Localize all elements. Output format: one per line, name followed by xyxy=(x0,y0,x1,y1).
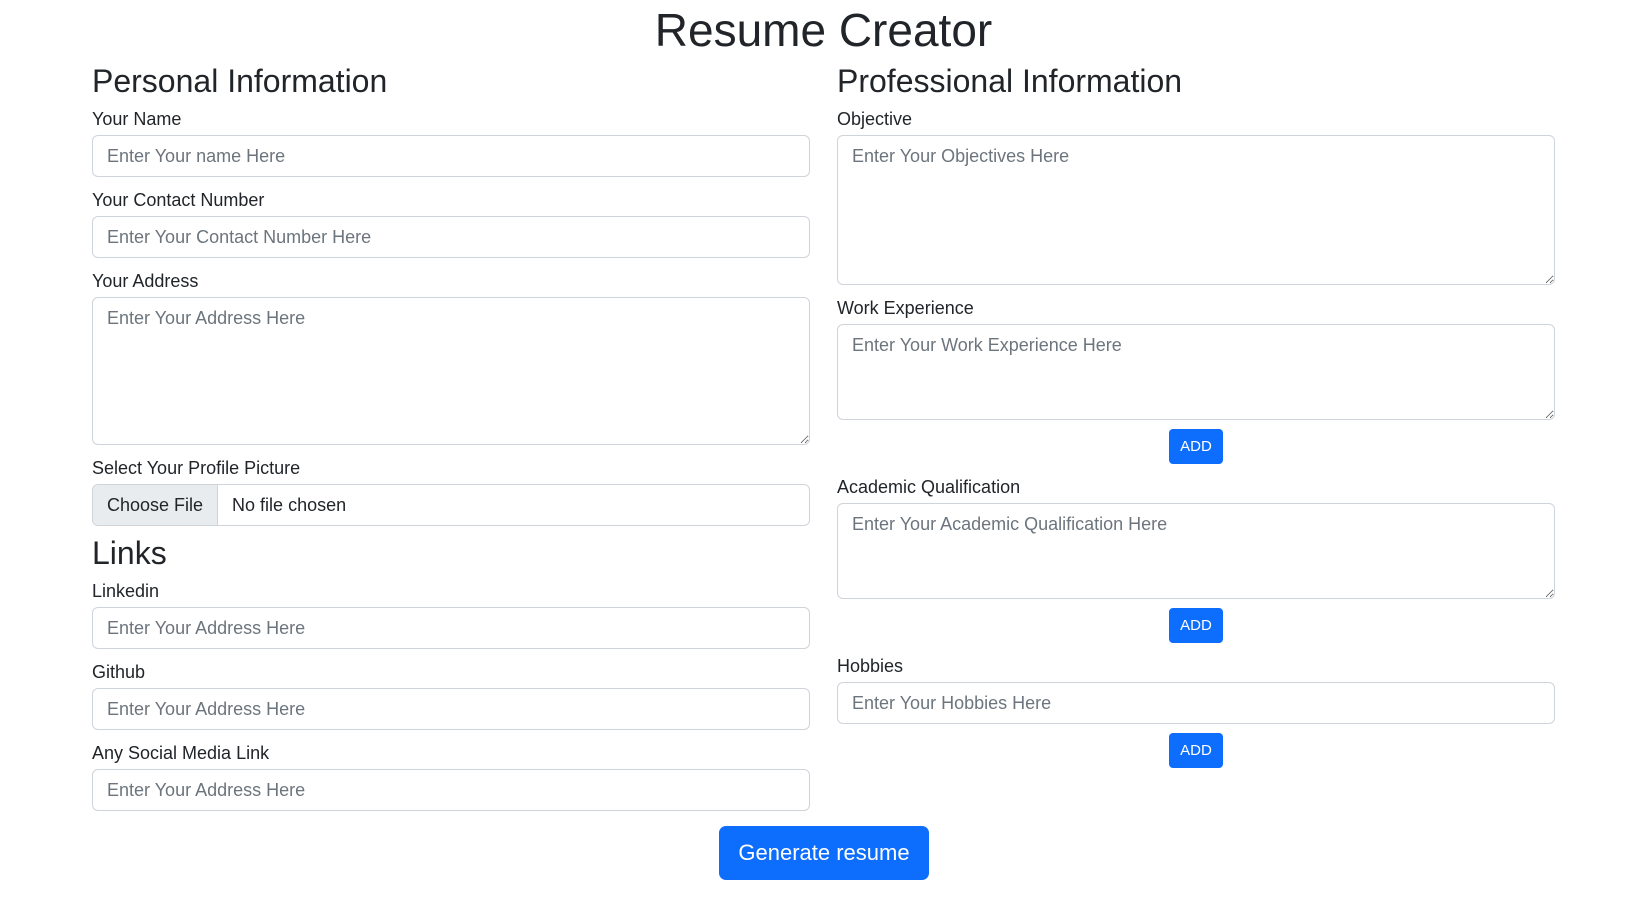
name-input[interactable] xyxy=(92,135,810,177)
academic-add-row: ADD xyxy=(837,608,1555,643)
name-label: Your Name xyxy=(92,109,182,129)
add-work-experience-button[interactable]: ADD xyxy=(1169,429,1223,464)
personal-heading: Personal Information xyxy=(92,63,388,99)
work-experience-label: Work Experience xyxy=(837,298,974,318)
objective-label: Objective xyxy=(837,109,913,129)
linkedin-label: Linkedin xyxy=(92,581,160,601)
resume-form-page: Resume Creator Personal Information Your… xyxy=(0,0,1647,913)
address-textarea[interactable] xyxy=(92,297,810,445)
social-link-input[interactable] xyxy=(92,769,810,811)
contact-input[interactable] xyxy=(92,216,810,258)
linkedin-input[interactable] xyxy=(92,607,810,649)
page-title: Resume Creator xyxy=(654,4,993,56)
academic-textarea[interactable] xyxy=(837,503,1555,599)
address-label: Your Address xyxy=(92,271,199,291)
professional-heading: Professional Information xyxy=(837,63,1183,99)
hobbies-label: Hobbies xyxy=(837,656,904,676)
add-hobby-button[interactable]: ADD xyxy=(1169,733,1223,768)
links-heading: Links xyxy=(92,535,167,571)
contact-label: Your Contact Number xyxy=(92,190,265,210)
personal-column: Personal Information Your Name Your Cont… xyxy=(92,60,810,811)
objective-textarea[interactable] xyxy=(837,135,1555,285)
github-label: Github xyxy=(92,662,146,682)
file-status-text: No file chosen xyxy=(232,495,347,515)
add-academic-button[interactable]: ADD xyxy=(1169,608,1223,643)
professional-column: Professional Information Objective Work … xyxy=(837,60,1555,768)
choose-file-button[interactable]: Choose File xyxy=(93,485,219,525)
academic-label: Academic Qualification xyxy=(837,477,1021,497)
hobbies-input[interactable] xyxy=(837,682,1555,724)
social-link-label: Any Social Media Link xyxy=(92,743,270,763)
generate-resume-button[interactable]: Generate resume xyxy=(719,826,929,880)
github-input[interactable] xyxy=(92,688,810,730)
profile-picture-label: Select Your Profile Picture xyxy=(92,458,301,478)
work-add-row: ADD xyxy=(837,429,1555,464)
hobbies-add-row: ADD xyxy=(837,733,1555,768)
work-experience-textarea[interactable] xyxy=(837,324,1555,420)
profile-picture-input[interactable]: Choose File No file chosen xyxy=(92,484,810,526)
